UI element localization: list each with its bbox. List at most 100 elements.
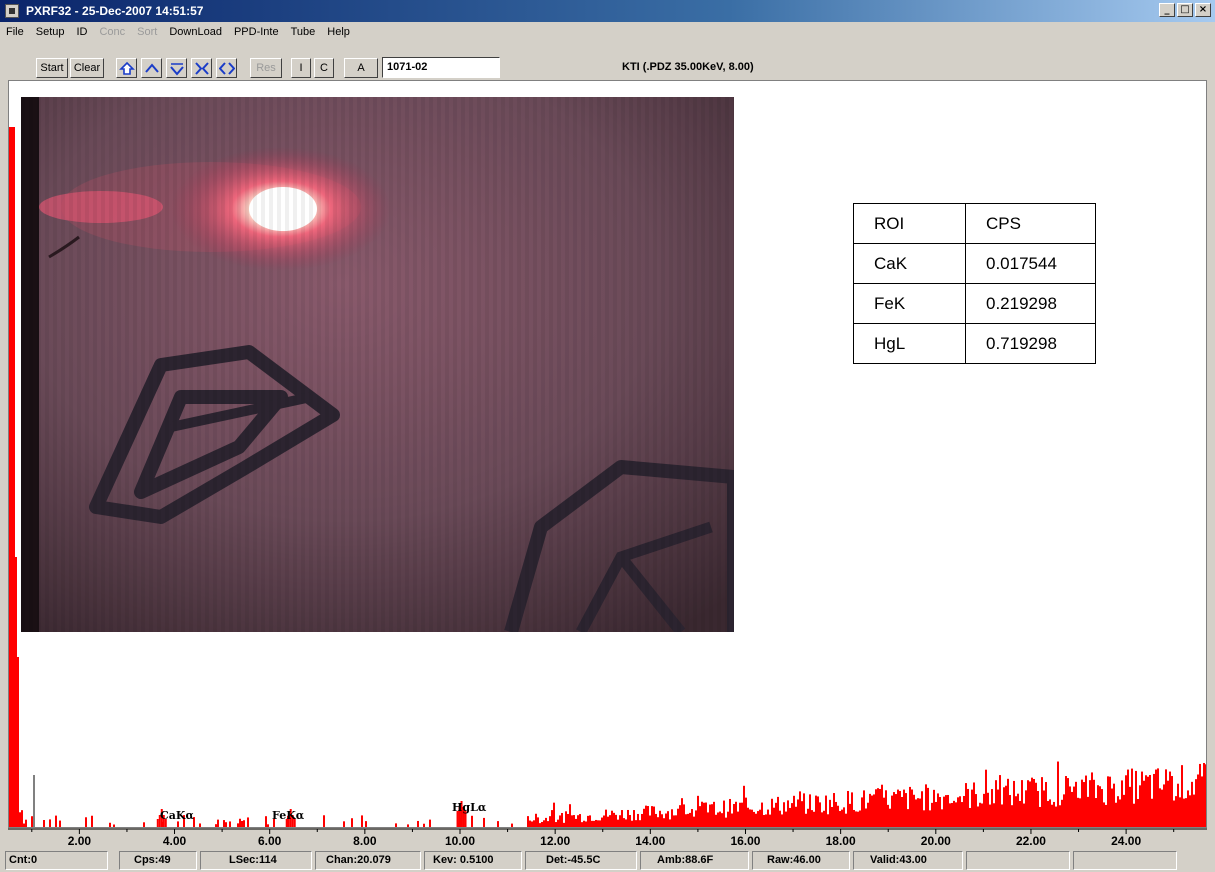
res-button[interactable]: Res — [250, 58, 282, 78]
spectrum-bar — [651, 806, 653, 827]
spectrum-bar — [1073, 786, 1075, 827]
spectrum-bar — [945, 795, 947, 827]
home-button[interactable] — [116, 58, 137, 78]
c-button[interactable]: C — [314, 58, 334, 78]
spectrum-bar — [225, 822, 227, 827]
menu-help[interactable]: Help — [327, 26, 350, 38]
spectrum-bar — [997, 789, 999, 827]
spectrum-bar — [923, 810, 925, 827]
roi-name: CaK — [853, 243, 966, 284]
spectrum-bar — [647, 806, 649, 827]
spectrum-bar — [817, 796, 819, 827]
spectrum-bar — [921, 791, 923, 827]
i-button[interactable]: I — [291, 58, 311, 78]
expand-button[interactable] — [216, 58, 237, 78]
spectrum-bar — [1001, 804, 1003, 827]
spectrum-bar — [955, 802, 957, 827]
spectrum-bar — [1153, 773, 1155, 827]
spectrum-bar — [819, 802, 821, 827]
spectrum-bar — [1089, 780, 1091, 827]
spectrum-bar — [629, 815, 631, 827]
spectrum-bar — [573, 815, 575, 827]
spectrum-bar — [875, 789, 877, 827]
spectrum-bar — [143, 822, 145, 827]
spectrum-bar — [361, 815, 363, 827]
spectrum-bar — [639, 820, 641, 827]
spectrum-bar — [1025, 790, 1027, 827]
spectrum-bar — [561, 812, 563, 827]
annotation-fek: FeKα — [272, 809, 305, 822]
menu-download[interactable]: DownLoad — [169, 26, 222, 38]
spectrum-bar — [25, 819, 27, 827]
spectrum-bar — [953, 800, 955, 827]
spectrum-bar — [623, 818, 625, 827]
spectrum-bar — [599, 820, 601, 827]
spectrum-bar — [877, 788, 879, 827]
spectrum-bar — [407, 824, 409, 827]
spectrum-bar — [801, 801, 803, 827]
spectrum-bar — [913, 794, 915, 827]
spectrum-bar — [665, 813, 667, 827]
up-button[interactable] — [141, 58, 162, 78]
spectrum-bar — [727, 811, 729, 827]
spectrum-bar — [683, 804, 685, 827]
spectrum-bar — [719, 811, 721, 827]
spectrum-bar — [979, 802, 981, 827]
spectrum-bar — [765, 814, 767, 827]
spectrum-bar — [605, 809, 607, 827]
spectrum-bar — [49, 819, 51, 827]
x-tick-label: 18.00 — [826, 834, 856, 848]
spectrum-bar — [1067, 778, 1069, 827]
spectrum-bar — [597, 820, 599, 827]
menu-tube[interactable]: Tube — [291, 26, 316, 38]
spectrum-bar — [551, 810, 553, 827]
status-cnt: Cnt:0 — [5, 851, 108, 870]
menu-file[interactable]: File — [6, 26, 24, 38]
sample-id-field[interactable]: 1071-02 — [382, 57, 500, 78]
spectrum-bar — [529, 820, 531, 827]
clear-button[interactable]: Clear — [70, 58, 104, 78]
spectrum-bar — [1069, 786, 1071, 827]
menu-sort[interactable]: Sort — [137, 26, 157, 38]
menu-setup[interactable]: Setup — [36, 26, 65, 38]
spectrum-bar — [743, 785, 745, 827]
spectrum-bar — [781, 814, 783, 827]
spectrum-bar — [417, 820, 419, 827]
menu-bar: File Setup ID Conc Sort DownLoad PPD-Int… — [0, 22, 1215, 42]
collapse-button[interactable] — [191, 58, 212, 78]
spectrum-bar — [613, 812, 615, 827]
spectrum-bar — [717, 812, 719, 827]
close-button[interactable]: × — [1195, 3, 1211, 17]
spectrum-bar — [1107, 776, 1109, 827]
spectrum-bar — [685, 814, 687, 827]
app-icon[interactable] — [5, 4, 19, 18]
spectrum-bar — [697, 795, 699, 827]
down-button[interactable] — [166, 58, 187, 78]
spectrum-bar — [619, 815, 621, 827]
spectrum-bar — [855, 811, 857, 827]
menu-ppd-inte[interactable]: PPD-Inte — [234, 26, 279, 38]
spectrum-bar — [989, 804, 991, 827]
spectrum-bar — [535, 813, 537, 827]
a-button[interactable]: A — [344, 58, 378, 78]
minimize-button[interactable]: _ — [1159, 3, 1175, 17]
peak-bar — [156, 819, 159, 827]
spectrum-bar — [497, 821, 499, 827]
spectrum-bar — [1015, 796, 1017, 827]
spectrum-bar — [847, 790, 849, 827]
spectrum-bar — [1027, 780, 1029, 827]
spectrum-bar — [767, 809, 769, 827]
spectrum-bar — [633, 810, 635, 827]
spectrum-bar — [799, 791, 801, 827]
maximize-button[interactable]: □ — [1177, 3, 1193, 17]
spectrum-bar — [695, 810, 697, 827]
spectrum-bar — [1197, 774, 1199, 827]
menu-id[interactable]: ID — [76, 26, 87, 38]
spectrum-bar — [483, 817, 485, 827]
spectrum-bar — [859, 810, 861, 827]
menu-conc[interactable]: Conc — [99, 26, 125, 38]
spectrum-bar — [1007, 778, 1009, 827]
spectrum-bar — [905, 793, 907, 827]
start-button[interactable]: Start — [36, 58, 68, 78]
spectrum-bar — [545, 817, 547, 827]
